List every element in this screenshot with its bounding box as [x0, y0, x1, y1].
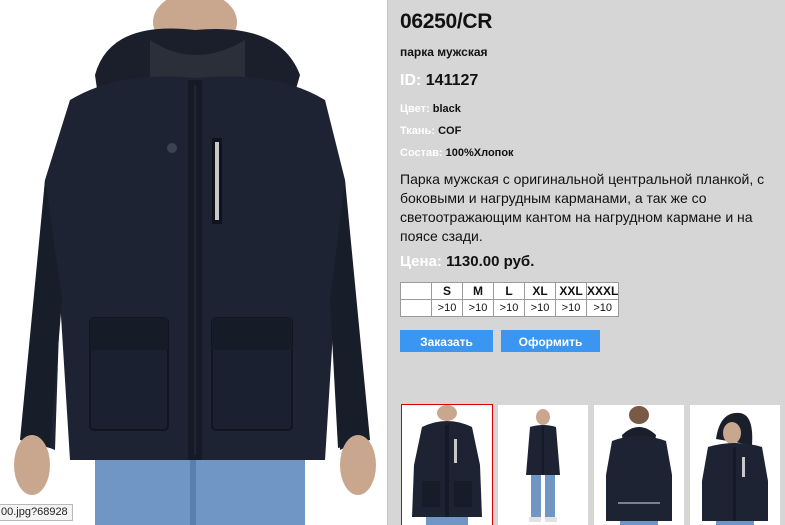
attribute-value: 100%Хлопок — [445, 147, 514, 159]
attribute-fabric: Ткань: COF — [400, 125, 461, 137]
jacket-side-hood-photo-icon — [702, 412, 768, 525]
jacket-front-photo-icon — [412, 405, 482, 525]
product-price: Цена: 1130.00 руб. — [400, 253, 534, 270]
size-stock-row: >10 >10 >10 >10 >10 >10 — [400, 299, 620, 317]
size-stock-corner — [400, 299, 432, 317]
size-header: M — [462, 282, 494, 300]
thumbnail-model-full[interactable] — [498, 405, 588, 525]
thumbnail-jacket-back[interactable] — [594, 405, 684, 525]
order-button[interactable]: Заказать — [400, 330, 493, 352]
panel-divider — [387, 0, 388, 525]
attribute-value: COF — [438, 125, 462, 137]
attribute-composition: Состав: 100%Хлопок — [400, 147, 514, 159]
product-id-label: ID: — [400, 72, 422, 89]
size-header-row: S M L XL XXL XXXL — [400, 282, 620, 300]
size-availability-table: S M L XL XXL XXXL >10 >10 >10 >10 >10 >1… — [400, 282, 620, 317]
attribute-color: Цвет: black — [400, 103, 461, 115]
price-value: 1130.00 руб. — [446, 253, 535, 270]
size-stock-cell[interactable]: >10 — [555, 299, 587, 317]
model-full-length-photo-icon — [526, 409, 560, 522]
checkout-button[interactable]: Оформить — [501, 330, 600, 352]
thumbnail-jacket-front[interactable] — [401, 404, 493, 525]
product-sku-title: 06250/CR — [400, 10, 493, 33]
size-stock-cell[interactable]: >10 — [585, 299, 620, 317]
size-stock-cell[interactable]: >10 — [524, 299, 556, 317]
thumbnail-jacket-hood[interactable] — [690, 405, 780, 525]
attribute-label: Цвет: — [400, 103, 430, 115]
size-stock-cell[interactable]: >10 — [493, 299, 525, 317]
product-id-value: 141127 — [425, 72, 479, 89]
product-subtitle: парка мужская — [400, 45, 488, 59]
size-stock-cell[interactable]: >10 — [462, 299, 494, 317]
size-header: XXL — [555, 282, 587, 300]
attribute-value: black — [432, 103, 461, 115]
jacket-photo-illustration — [14, 0, 376, 525]
size-stock-cell[interactable]: >10 — [431, 299, 463, 317]
browser-status-url: 00.jpg?68928 — [0, 504, 73, 521]
attribute-label: Ткань: — [400, 125, 435, 137]
size-header: XL — [524, 282, 556, 300]
product-description: Парка мужская с оригинальной центральной… — [400, 171, 765, 244]
size-header: S — [431, 282, 463, 300]
size-header: XXXL — [585, 282, 620, 300]
product-id: ID: 141127 — [400, 72, 478, 90]
attribute-label: Состав: — [400, 147, 443, 159]
size-table-corner — [400, 282, 432, 300]
jacket-back-photo-icon — [606, 406, 672, 525]
size-header: L — [493, 282, 525, 300]
main-product-photo: 00.jpg?68928 — [0, 0, 387, 525]
price-label: Цена: — [400, 253, 442, 270]
